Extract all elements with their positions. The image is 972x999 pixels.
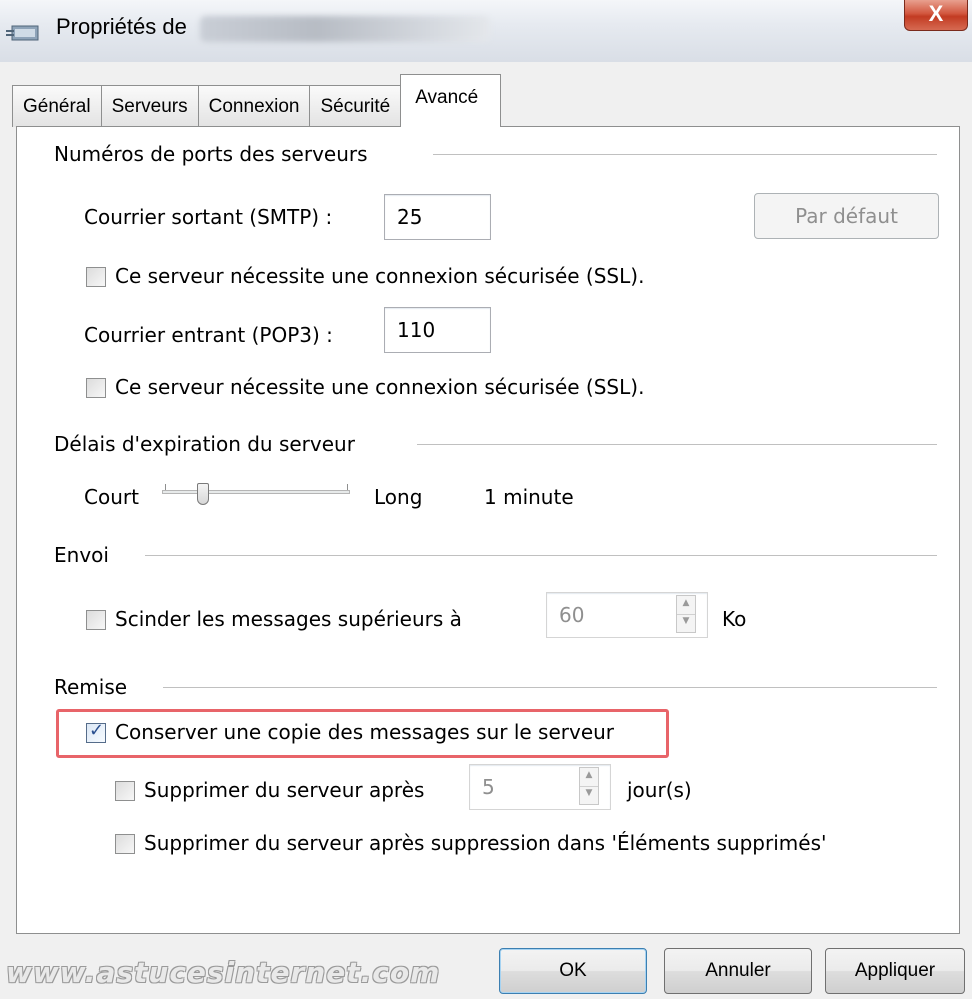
slider-short-label: Court — [84, 485, 139, 509]
mail-account-icon — [6, 25, 39, 41]
stepper-up-icon[interactable]: ▲ — [677, 596, 695, 615]
pop3-ssl-label: Ce serveur nécessite une connexion sécur… — [115, 375, 645, 399]
tab-general[interactable]: Général — [12, 85, 102, 127]
apply-button[interactable]: Appliquer — [825, 948, 965, 994]
timeout-value: 1 minute — [484, 485, 574, 509]
stepper-up-icon[interactable]: ▲ — [580, 768, 598, 787]
tab-advanced[interactable]: Avancé — [400, 74, 502, 127]
split-messages-checkbox[interactable] — [86, 610, 106, 630]
smtp-port-input[interactable]: 25 — [384, 194, 491, 240]
window-title: Propriétés de — [56, 14, 187, 39]
slider-thumb[interactable] — [197, 483, 209, 505]
stepper-down-icon[interactable]: ▼ — [580, 786, 598, 804]
slider-track — [162, 490, 350, 494]
ports-group-title: Numéros de ports des serveurs — [54, 142, 382, 166]
stepper-down-icon[interactable]: ▼ — [677, 614, 695, 632]
default-button[interactable]: Par défaut — [754, 193, 939, 239]
group-divider — [417, 444, 937, 445]
pop3-label: Courrier entrant (POP3) : — [84, 323, 333, 347]
delete-on-remove-checkbox[interactable] — [115, 834, 135, 854]
keep-copy-label: Conserver une copie des messages sur le … — [115, 720, 615, 744]
tab-strip: Général Serveurs Connexion Sécurité Avan… — [12, 74, 502, 127]
split-size-stepper[interactable]: ▲ ▼ — [676, 595, 696, 633]
smtp-label: Courrier sortant (SMTP) : — [84, 205, 333, 229]
tab-security[interactable]: Sécurité — [309, 85, 402, 127]
tab-servers[interactable]: Serveurs — [100, 85, 199, 127]
keep-copy-checkbox[interactable]: ✓ — [86, 720, 106, 743]
smtp-ssl-label: Ce serveur nécessite une connexion sécur… — [115, 264, 645, 288]
pop3-ssl-checkbox[interactable] — [86, 378, 106, 398]
group-divider — [145, 555, 937, 556]
delete-after-stepper[interactable]: ▲ ▼ — [579, 767, 599, 805]
dialog-body: Général Serveurs Connexion Sécurité Avan… — [0, 62, 972, 999]
send-group-title: Envoi — [54, 543, 123, 567]
split-unit: Ko — [722, 607, 747, 631]
watermark: www.astucesinternet.com — [6, 956, 441, 989]
title-bar[interactable]: Propriétés de X — [0, 0, 972, 63]
group-divider — [433, 154, 937, 155]
slider-long-label: Long — [374, 485, 423, 509]
pop3-port-input[interactable]: 110 — [384, 307, 491, 353]
timeout-slider[interactable] — [162, 483, 352, 513]
split-messages-label: Scinder les messages supérieurs à — [115, 607, 462, 631]
advanced-panel: Numéros de ports des serveurs Courrier s… — [16, 126, 960, 934]
close-button[interactable]: X — [904, 0, 968, 31]
checkmark-icon: ✓ — [89, 720, 105, 741]
cancel-button[interactable]: Annuler — [664, 948, 812, 994]
group-divider — [163, 687, 937, 688]
timeout-group-title: Délais d'expiration du serveur — [54, 432, 369, 456]
delete-after-label: Supprimer du serveur après — [144, 778, 425, 802]
delivery-group-title: Remise — [54, 675, 142, 699]
redacted-account-name — [200, 16, 490, 42]
tab-connection[interactable]: Connexion — [197, 85, 311, 127]
delete-after-checkbox[interactable] — [115, 781, 135, 801]
delete-after-unit: jour(s) — [627, 778, 692, 802]
delete-on-remove-label: Supprimer du serveur après suppression d… — [144, 831, 827, 855]
ok-button[interactable]: OK — [499, 948, 647, 994]
smtp-ssl-checkbox[interactable] — [86, 267, 106, 287]
